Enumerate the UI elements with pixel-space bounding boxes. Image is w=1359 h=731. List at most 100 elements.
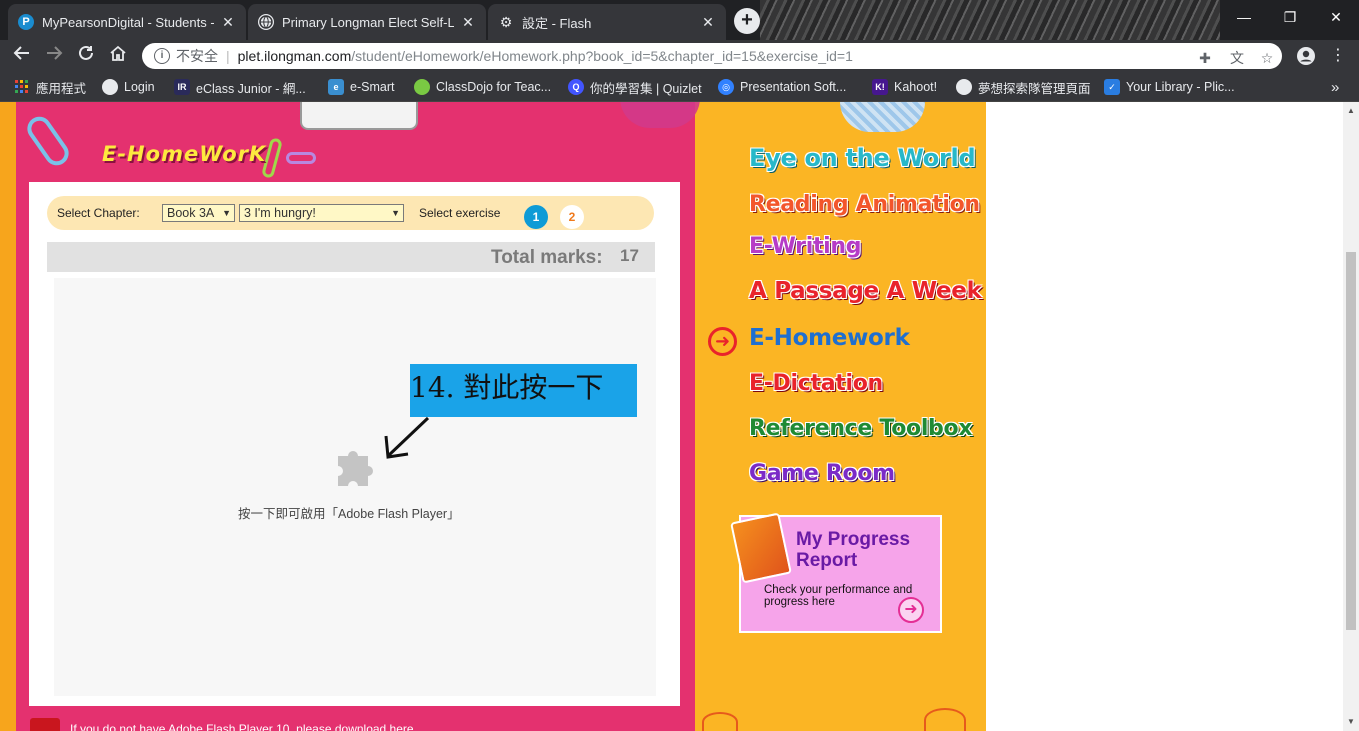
security-label: 不安全 bbox=[176, 48, 218, 64]
menu-game-room[interactable]: Game Room bbox=[749, 461, 895, 486]
flash-logo-icon[interactable] bbox=[30, 718, 60, 731]
home-button[interactable] bbox=[106, 44, 130, 68]
bookmark-label: Login bbox=[124, 80, 155, 94]
callout-text: 14. 對此按一下 bbox=[410, 371, 604, 404]
url-host: plet.ilongman.com bbox=[237, 48, 352, 64]
bookmark-label: Presentation Soft... bbox=[740, 80, 847, 94]
bookmark-label: Kahoot! bbox=[894, 80, 938, 94]
url-path: /student/eHomework/eHomework.php?book_id… bbox=[351, 48, 853, 64]
bookmark-plickers[interactable]: ✓ Your Library - Plic... bbox=[1104, 78, 1235, 96]
dropdown-arrow-icon: ▼ bbox=[222, 208, 231, 218]
bookmark-prezi[interactable]: ◎ Presentation Soft... bbox=[718, 78, 846, 96]
bookmark-label: ClassDojo for Teac... bbox=[436, 80, 552, 94]
close-window-button[interactable]: ✕ bbox=[1313, 0, 1359, 34]
plickers-icon: ✓ bbox=[1104, 79, 1120, 95]
page-scrollbar[interactable]: ▲ ▼ bbox=[1343, 102, 1359, 731]
extension-puzzle-icon[interactable]: ✚ bbox=[1196, 49, 1214, 67]
menu-reference-toolbox[interactable]: Reference Toolbox bbox=[749, 416, 973, 441]
bookmark-esmart[interactable]: e e-Smart bbox=[328, 78, 394, 96]
scrollbar-thumb[interactable] bbox=[1346, 252, 1356, 630]
bookmark-quizlet[interactable]: Q 你的學習集 | Quizlet bbox=[568, 78, 702, 96]
printer-illustration bbox=[300, 102, 418, 130]
flash-plugin-placeholder[interactable]: 按一下即可啟用「Adobe Flash Player」 bbox=[54, 278, 656, 696]
bookmark-label: e-Smart bbox=[350, 80, 395, 94]
progress-report-title: My Progress Report bbox=[796, 529, 911, 571]
toolbar: i 不安全 | plet.ilongman.com/student/eHomew… bbox=[0, 40, 1359, 72]
dropdown-arrow-icon: ▼ bbox=[391, 208, 400, 218]
scroll-up-arrow-icon[interactable]: ▲ bbox=[1343, 104, 1359, 118]
menu-eye-on-the-world[interactable]: Eye on the World bbox=[749, 144, 976, 172]
bookmark-label: Your Library - Plic... bbox=[1126, 80, 1235, 94]
forward-button[interactable] bbox=[42, 44, 66, 68]
back-arrow-icon bbox=[13, 46, 29, 60]
close-icon[interactable]: ✕ bbox=[700, 14, 716, 31]
classdojo-icon bbox=[414, 79, 430, 95]
flower-doodle-icon bbox=[702, 712, 738, 731]
bookmarks-overflow-button[interactable]: » bbox=[1331, 78, 1339, 96]
bookmark-star-icon[interactable]: ☆ bbox=[1258, 49, 1276, 67]
bookmark-label: eClass Junior - 網... bbox=[196, 81, 306, 96]
tab-mypearsondigital[interactable]: P MyPearsonDigital - Students - ✕ bbox=[8, 4, 246, 40]
gear-icon: ⚙ bbox=[499, 13, 513, 30]
bookmark-eclass[interactable]: IR eClass Junior - 網... bbox=[174, 78, 306, 96]
instruction-callout: 14. 對此按一下 bbox=[410, 364, 637, 417]
scroll-down-arrow-icon[interactable]: ▼ bbox=[1343, 715, 1359, 729]
book-select[interactable]: Book 3A ▼ bbox=[162, 204, 235, 222]
new-tab-button[interactable]: + bbox=[734, 8, 760, 34]
bookmark-label: 應用程式 bbox=[36, 81, 87, 96]
minimize-button[interactable]: — bbox=[1221, 0, 1267, 34]
home-icon bbox=[110, 45, 126, 61]
total-marks-value: 17 bbox=[620, 246, 639, 265]
bookmark-kahoot[interactable]: K! Kahoot! bbox=[872, 78, 937, 96]
eclass-icon: IR bbox=[174, 79, 190, 95]
tab-settings-flash[interactable]: ⚙ 設定 - Flash ✕ bbox=[488, 4, 726, 40]
close-icon[interactable]: ✕ bbox=[220, 14, 236, 31]
forward-arrow-icon bbox=[47, 46, 63, 60]
theme-artwork bbox=[760, 0, 1220, 40]
menu-e-dictation[interactable]: E-Dictation bbox=[749, 371, 883, 396]
esmart-icon: e bbox=[328, 79, 344, 95]
web-page: E-HomeWorK Select Chapter: Book 3A ▼ 3 I… bbox=[0, 102, 1343, 731]
tab-strip: P MyPearsonDigital - Students - ✕ Primar… bbox=[0, 0, 1359, 40]
pointer-arrow-icon bbox=[384, 416, 430, 459]
reload-button[interactable] bbox=[74, 44, 98, 68]
tab-primary-longman[interactable]: Primary Longman Elect Self-Le ✕ bbox=[248, 4, 486, 40]
left-margin bbox=[0, 102, 16, 731]
back-button[interactable] bbox=[10, 44, 34, 68]
active-arrow-icon: ➜ bbox=[708, 327, 737, 356]
address-bar[interactable]: i 不安全 | plet.ilongman.com/student/eHomew… bbox=[142, 43, 1282, 69]
close-icon[interactable]: ✕ bbox=[460, 14, 476, 31]
kahoot-icon: K! bbox=[872, 79, 888, 95]
bookmark-login[interactable]: Login bbox=[102, 78, 155, 96]
bookmark-apps[interactable]: 應用程式 bbox=[14, 78, 86, 96]
bookmark-classdojo[interactable]: ClassDojo for Teac... bbox=[414, 78, 551, 96]
flash-download-link[interactable]: If you do not have Adobe Flash Player 10… bbox=[70, 722, 417, 731]
menu-a-passage-a-week[interactable]: A Passage A Week bbox=[749, 278, 982, 304]
profile-button[interactable] bbox=[1296, 46, 1316, 66]
select-exercise-label: Select exercise bbox=[419, 206, 501, 220]
info-icon[interactable]: i bbox=[154, 48, 170, 64]
restore-button[interactable]: ❐ bbox=[1267, 0, 1313, 34]
chapter-select-value: 3 I'm hungry! bbox=[244, 206, 316, 220]
globe-icon bbox=[956, 79, 972, 95]
translate-icon[interactable]: 文 bbox=[1228, 49, 1246, 67]
paperclip-icon bbox=[286, 152, 316, 164]
exercise-2-button[interactable]: 2 bbox=[560, 205, 584, 229]
menu-reading-animation[interactable]: Reading Animation bbox=[749, 192, 980, 217]
address-separator: | bbox=[226, 48, 230, 64]
globe-icon bbox=[102, 79, 118, 95]
total-marks-bar: Total marks: 17 bbox=[47, 242, 655, 272]
quizlet-icon: Q bbox=[568, 79, 584, 95]
menu-e-writing[interactable]: E-Writing bbox=[749, 234, 862, 259]
arrow-right-icon[interactable]: ➜ bbox=[898, 597, 924, 623]
chapter-select[interactable]: 3 I'm hungry! ▼ bbox=[239, 204, 404, 222]
menu-kebab-icon[interactable]: ⋮ bbox=[1328, 46, 1348, 66]
tree-doodle-icon bbox=[924, 708, 966, 731]
bookmark-dream-team[interactable]: 夢想探索隊管理頁面 bbox=[956, 78, 1091, 96]
tab-title: MyPearsonDigital - Students - bbox=[42, 14, 214, 30]
enable-flash-prompt[interactable]: 按一下即可啟用「Adobe Flash Player」 bbox=[238, 503, 460, 522]
exercise-1-button[interactable]: 1 bbox=[524, 205, 548, 229]
reload-icon bbox=[79, 45, 93, 60]
menu-e-homework[interactable]: E-Homework bbox=[749, 325, 910, 351]
tab-title: 設定 - Flash bbox=[522, 15, 592, 31]
